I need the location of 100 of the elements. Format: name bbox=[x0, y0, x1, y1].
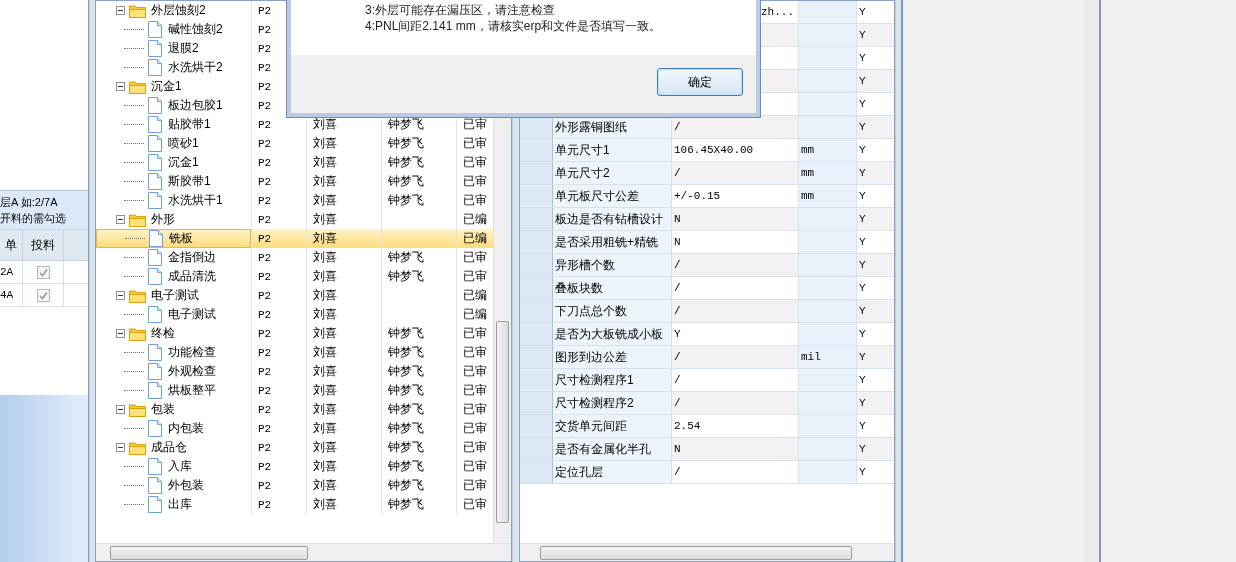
row-header[interactable] bbox=[520, 415, 553, 437]
vertical-scrollbar[interactable] bbox=[1083, 0, 1101, 562]
tree-item[interactable]: 入库 bbox=[168, 458, 192, 475]
tree-item[interactable]: 斯胶带1 bbox=[168, 173, 211, 190]
flag-text: Y bbox=[859, 121, 866, 133]
property-value[interactable]: N bbox=[674, 443, 681, 455]
row-header[interactable] bbox=[520, 277, 553, 299]
tree-item[interactable]: 外层蚀刻2 bbox=[151, 2, 206, 19]
horizontal-scrollbar[interactable] bbox=[520, 543, 894, 561]
tree-item[interactable]: 沉金1 bbox=[168, 154, 199, 171]
row-header[interactable] bbox=[520, 116, 553, 138]
table-cell: 已审 bbox=[463, 344, 487, 361]
row-header[interactable] bbox=[520, 231, 553, 253]
property-value[interactable]: / bbox=[674, 351, 681, 363]
row-header[interactable] bbox=[520, 162, 553, 184]
tree-item[interactable]: 水洗烘干1 bbox=[168, 192, 223, 209]
table-cell: 刘喜 bbox=[313, 154, 337, 171]
document-icon bbox=[148, 458, 162, 475]
flag-text: Y bbox=[859, 6, 866, 18]
table-cell: 已审 bbox=[463, 325, 487, 342]
row-header[interactable] bbox=[520, 254, 553, 276]
tree-item[interactable]: 碱性蚀刻2 bbox=[168, 21, 223, 38]
property-value[interactable]: / bbox=[674, 397, 681, 409]
collapse-icon[interactable] bbox=[116, 215, 125, 224]
document-icon bbox=[148, 21, 162, 38]
flag-text: Y bbox=[859, 282, 866, 294]
property-value[interactable]: Y bbox=[674, 328, 681, 340]
property-value[interactable]: / bbox=[674, 121, 681, 133]
property-value[interactable]: N bbox=[674, 213, 681, 225]
column-header[interactable]: 投料 bbox=[23, 230, 64, 260]
collapse-icon[interactable] bbox=[116, 82, 125, 91]
tree-item[interactable]: 水洗烘干2 bbox=[168, 59, 223, 76]
table-cell: P2 bbox=[251, 229, 306, 248]
checkbox[interactable] bbox=[36, 288, 50, 302]
folder-icon bbox=[129, 288, 146, 303]
horizontal-scrollbar[interactable] bbox=[96, 543, 511, 561]
tree-item[interactable]: 成品仓 bbox=[151, 439, 187, 456]
row-header[interactable] bbox=[520, 300, 553, 322]
row-header[interactable] bbox=[520, 438, 553, 460]
table-cell: 刘喜 bbox=[313, 135, 337, 152]
property-value[interactable]: zh... bbox=[761, 6, 794, 18]
property-value[interactable]: / bbox=[674, 466, 681, 478]
row-header[interactable] bbox=[520, 185, 553, 207]
property-value[interactable]: / bbox=[674, 305, 681, 317]
checkbox[interactable] bbox=[36, 265, 50, 279]
scrollbar-thumb[interactable] bbox=[110, 546, 308, 560]
tree-item[interactable]: 金指倒边 bbox=[168, 249, 216, 266]
tree-item[interactable]: 板边包胶1 bbox=[168, 97, 223, 114]
scrollbar-thumb[interactable] bbox=[496, 321, 509, 523]
table-cell: 刘喜 bbox=[313, 287, 337, 304]
property-name: 定位孔层 bbox=[555, 463, 603, 481]
tree-item[interactable]: 外形 bbox=[151, 211, 175, 228]
table-cell: 已审 bbox=[463, 116, 487, 133]
row-header[interactable] bbox=[520, 139, 553, 161]
tree-item[interactable]: 电子测试 bbox=[168, 306, 216, 323]
tree-item[interactable]: 外观检查 bbox=[168, 363, 216, 380]
collapse-icon[interactable] bbox=[116, 6, 125, 15]
tree-item[interactable]: 内包装 bbox=[168, 420, 204, 437]
property-value[interactable]: / bbox=[674, 282, 681, 294]
splitter[interactable] bbox=[89, 0, 95, 562]
tree-item[interactable]: 贴胶带1 bbox=[168, 116, 211, 133]
tree-item[interactable]: 铣板 bbox=[169, 230, 193, 247]
tree-item[interactable]: 成品清洗 bbox=[168, 268, 216, 285]
row-header[interactable] bbox=[520, 323, 553, 345]
collapse-icon[interactable] bbox=[116, 329, 125, 338]
column-header[interactable]: 单 bbox=[0, 230, 23, 260]
table-cell: 钟梦飞 bbox=[388, 458, 424, 475]
property-value[interactable]: / bbox=[674, 374, 681, 386]
tree-item[interactable]: 外包装 bbox=[168, 477, 204, 494]
row-header[interactable] bbox=[520, 208, 553, 230]
table-cell: 刘喜 bbox=[313, 116, 337, 133]
tree-item[interactable]: 沉金1 bbox=[151, 78, 182, 95]
row-header[interactable] bbox=[520, 392, 553, 414]
scrollbar-thumb[interactable] bbox=[540, 546, 852, 560]
property-value[interactable]: 106.45X40.00 bbox=[674, 144, 754, 156]
row-header[interactable] bbox=[520, 461, 553, 483]
tree-item[interactable]: 喷砂1 bbox=[168, 135, 199, 152]
splitter[interactable] bbox=[895, 0, 901, 562]
property-name: 叠板块数 bbox=[555, 279, 603, 297]
collapse-icon[interactable] bbox=[116, 405, 125, 414]
collapse-icon[interactable] bbox=[116, 443, 125, 452]
ok-button[interactable]: 确定 bbox=[657, 68, 743, 96]
property-value[interactable]: 2.54 bbox=[674, 420, 701, 432]
document-icon bbox=[148, 116, 162, 133]
tree-item[interactable]: 电子测试 bbox=[151, 287, 199, 304]
tree-item[interactable]: 出库 bbox=[168, 496, 192, 513]
tree-item[interactable]: 终检 bbox=[151, 325, 175, 342]
tree-item[interactable]: 功能检查 bbox=[168, 344, 216, 361]
property-value[interactable]: / bbox=[674, 167, 681, 179]
property-value[interactable]: N bbox=[674, 236, 681, 248]
property-value[interactable]: +/-0.15 bbox=[674, 190, 721, 202]
collapse-icon[interactable] bbox=[116, 291, 125, 300]
row-header[interactable] bbox=[520, 346, 553, 368]
document-icon bbox=[148, 249, 162, 266]
row-header[interactable] bbox=[520, 369, 553, 391]
property-value[interactable]: / bbox=[674, 259, 681, 271]
tree-item[interactable]: 退膜2 bbox=[168, 40, 199, 57]
tree-item[interactable]: 包装 bbox=[151, 401, 175, 418]
tree-item[interactable]: 烘板整平 bbox=[168, 382, 216, 399]
document-icon bbox=[148, 59, 162, 76]
